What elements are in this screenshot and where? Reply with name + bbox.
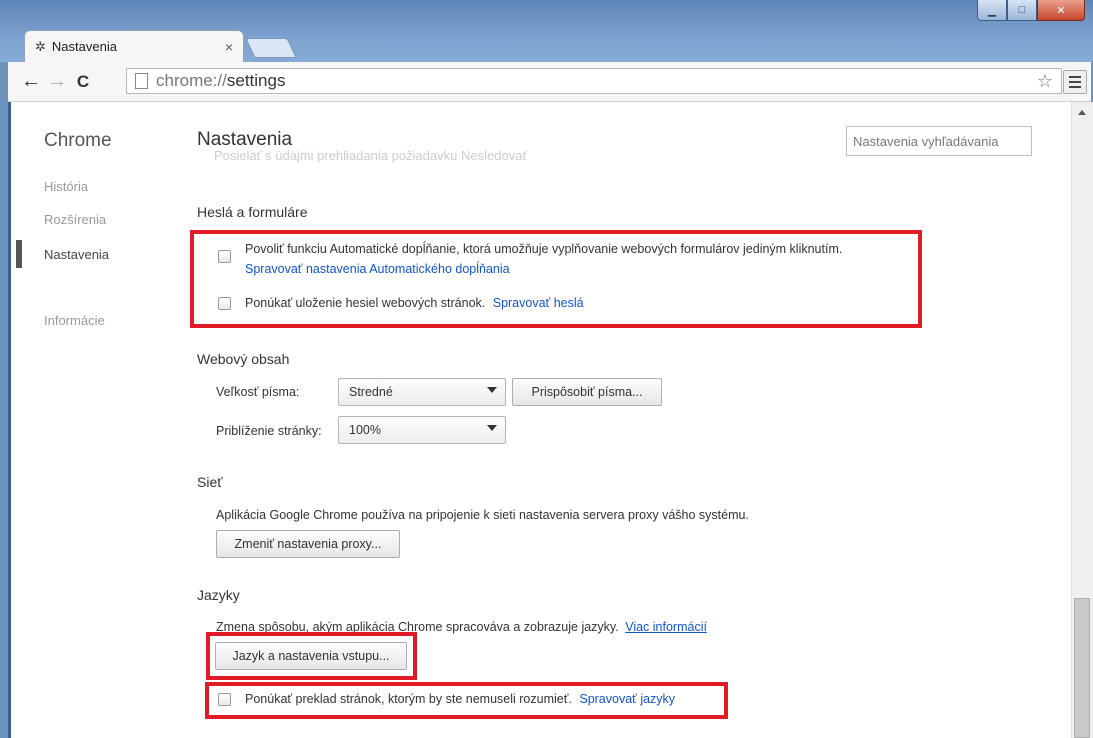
section-title-web-content: Webový obsah: [197, 351, 290, 367]
zoom-label: Priblíženie stránky:: [216, 424, 322, 438]
scroll-up-arrow-icon[interactable]: [1078, 110, 1086, 115]
browser-toolbar: ← → C chrome://settings ☆: [8, 62, 1091, 102]
save-passwords-label: Ponúkať uloženie hesiel webových stránok…: [245, 296, 584, 310]
font-size-value: Stredné: [349, 385, 393, 399]
forward-arrow-icon[interactable]: →: [44, 70, 70, 93]
settings-page: Chrome História Rozšírenia Nastavenia In…: [8, 102, 1071, 738]
sidebar-item-settings[interactable]: Nastavenia: [44, 247, 109, 262]
manage-languages-link[interactable]: Spravovať jazyky: [579, 692, 675, 706]
section-title-languages: Jazyky: [197, 587, 240, 603]
search-input[interactable]: [846, 126, 1032, 156]
url-path: settings: [226, 71, 286, 90]
maximize-icon: □: [1018, 4, 1026, 16]
sidebar-item-history[interactable]: História: [44, 179, 88, 194]
font-size-select[interactable]: Stredné: [338, 378, 506, 406]
tab-title: Nastavenia: [51, 39, 117, 54]
minimize-icon: ▁: [987, 4, 997, 17]
font-size-label: Veľkosť písma:: [216, 385, 300, 399]
minimize-button[interactable]: ▁: [977, 0, 1007, 21]
change-proxy-button[interactable]: Zmeniť nastavenia proxy...: [216, 530, 400, 558]
chevron-down-icon: [487, 425, 497, 431]
back-arrow-icon[interactable]: ←: [18, 70, 44, 93]
language-settings-button[interactable]: Jazyk a nastavenia vstupu...: [215, 642, 407, 670]
customize-fonts-button[interactable]: Prispôsobiť písma...: [512, 378, 662, 406]
section-title-network: Sieť: [197, 474, 223, 490]
tab-close-icon[interactable]: ×: [225, 39, 233, 55]
network-description: Aplikácia Google Chrome používa na pripo…: [216, 508, 749, 522]
star-icon[interactable]: ☆: [1037, 71, 1053, 92]
scrollbar-thumb[interactable]: [1074, 598, 1090, 738]
window-controls: ▁ □ ✕: [977, 0, 1085, 21]
save-passwords-checkbox[interactable]: [218, 297, 231, 310]
more-info-link[interactable]: Viac informácií: [625, 620, 707, 634]
autofill-settings-link[interactable]: Spravovať nastavenia Automatického dopĺň…: [245, 262, 510, 276]
zoom-value: 100%: [349, 423, 381, 437]
maximize-button[interactable]: □: [1007, 0, 1037, 21]
translate-checkbox[interactable]: [218, 693, 231, 706]
window-left-edge: [8, 102, 11, 738]
tab-settings[interactable]: ✲ Nastavenia ×: [24, 30, 244, 62]
chevron-down-icon: [487, 387, 497, 393]
url-scheme: chrome://: [156, 71, 227, 90]
gear-icon: ✲: [35, 38, 46, 54]
section-title-passwords: Heslá a formuláre: [197, 204, 308, 220]
autofill-label: Povoliť funkciu Automatické dopĺňanie, k…: [245, 242, 843, 256]
sidebar-item-about[interactable]: Informácie: [44, 313, 105, 328]
close-icon: ✕: [1056, 4, 1066, 17]
manage-passwords-link[interactable]: Spravovať heslá: [493, 296, 584, 310]
autofill-checkbox[interactable]: [218, 250, 231, 263]
sidebar-brand: Chrome: [44, 130, 112, 151]
zoom-select[interactable]: 100%: [338, 416, 506, 444]
page-icon: [135, 73, 148, 89]
sidebar-item-extensions[interactable]: Rozšírenia: [44, 212, 106, 227]
menu-icon[interactable]: [1063, 70, 1087, 94]
reload-icon[interactable]: C: [70, 72, 96, 92]
new-tab-button[interactable]: [245, 38, 297, 58]
sidebar-active-indicator: [16, 240, 22, 268]
vertical-scrollbar[interactable]: [1071, 102, 1093, 738]
translate-label: Ponúkať preklad stránok, ktorým by ste n…: [245, 692, 676, 706]
close-window-button[interactable]: ✕: [1037, 0, 1085, 21]
faded-setting-text: Posielať s údajmi prehliadania požiadavk…: [214, 148, 528, 163]
address-bar[interactable]: chrome://settings ☆: [126, 68, 1062, 94]
